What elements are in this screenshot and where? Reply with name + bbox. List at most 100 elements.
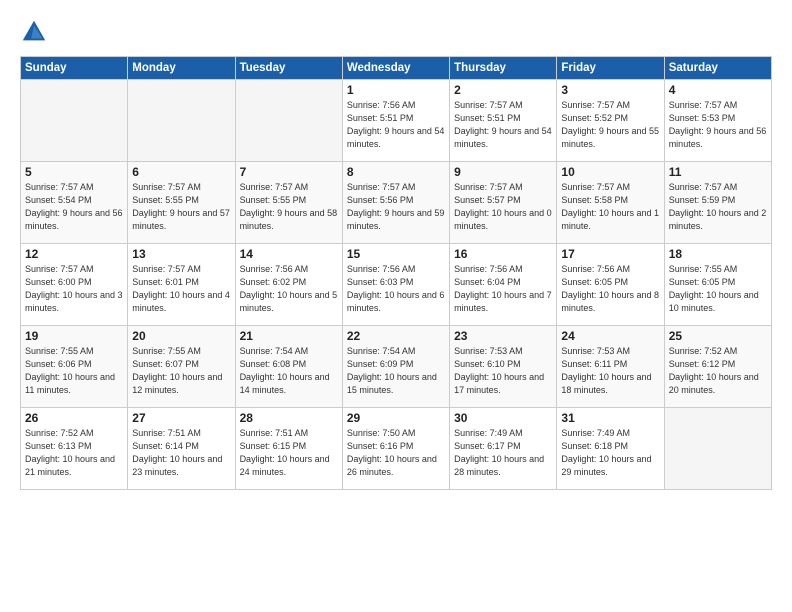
calendar-cell: 21 Sunrise: 7:54 AMSunset: 6:08 PMDayligh…: [235, 326, 342, 408]
day-number: 27: [132, 411, 230, 425]
day-number: 17: [561, 247, 659, 261]
day-info: Sunrise: 7:51 AMSunset: 6:15 PMDaylight:…: [240, 427, 338, 479]
week-row-4: 19Sunrise: 7:55 AMSunset: 6:06 PMDayligh…: [21, 326, 772, 408]
day-number: 6: [132, 165, 230, 179]
day-number: 9: [454, 165, 552, 179]
day-info: Sunrise: 7:56 AMSunset: 6:04 PMDaylight:…: [454, 263, 552, 315]
day-info: Sunrise: 7:57 AMSunset: 5:55 PMDaylight:…: [132, 181, 230, 233]
day-info: Sunrise: 7:55 AMSunset: 6:07 PMDaylight:…: [132, 345, 230, 397]
week-row-2: 5 Sunrise: 7:57 AMSunset: 5:54 PMDaylight…: [21, 162, 772, 244]
week-row-5: 26 Sunrise: 7:52 AMSunset: 6:13 PMDayligh…: [21, 408, 772, 490]
day-number: 15: [347, 247, 445, 261]
calendar-cell: 15 Sunrise: 7:56 AMSunset: 6:03 PMDayligh…: [342, 244, 449, 326]
calendar-cell: 24 Sunrise: 7:53 AMSunset: 6:11 PMDayligh…: [557, 326, 664, 408]
calendar-cell: 25 Sunrise: 7:52 AMSunset: 6:12 PMDayligh…: [664, 326, 771, 408]
day-info: Sunrise: 7:52 AMSunset: 6:13 PMDaylight:…: [25, 427, 123, 479]
day-number: 29: [347, 411, 445, 425]
day-info: Sunrise: 7:57 AMSunset: 5:51 PMDaylight:…: [454, 99, 552, 151]
calendar-cell: 17 Sunrise: 7:56 AMSunset: 6:05 PMDayligh…: [557, 244, 664, 326]
day-info: Sunrise: 7:51 AMSunset: 6:14 PMDaylight:…: [132, 427, 230, 479]
calendar-cell: 27 Sunrise: 7:51 AMSunset: 6:14 PMDayligh…: [128, 408, 235, 490]
calendar-cell: [128, 80, 235, 162]
day-info: Sunrise: 7:57 AMSunset: 5:59 PMDaylight:…: [669, 181, 767, 233]
logo: [20, 18, 52, 46]
day-info: Sunrise: 7:56 AMSunset: 6:03 PMDaylight:…: [347, 263, 445, 315]
day-info: Sunrise: 7:50 AMSunset: 6:16 PMDaylight:…: [347, 427, 445, 479]
day-info: Sunrise: 7:56 AMSunset: 5:51 PMDaylight:…: [347, 99, 445, 151]
calendar-cell: 1 Sunrise: 7:56 AMSunset: 5:51 PMDaylight…: [342, 80, 449, 162]
calendar-cell: 23 Sunrise: 7:53 AMSunset: 6:10 PMDayligh…: [450, 326, 557, 408]
day-info: Sunrise: 7:54 AMSunset: 6:08 PMDaylight:…: [240, 345, 338, 397]
page: SundayMondayTuesdayWednesdayThursdayFrid…: [0, 0, 792, 612]
day-info: Sunrise: 7:49 AMSunset: 6:18 PMDaylight:…: [561, 427, 659, 479]
calendar-cell: [21, 80, 128, 162]
calendar-cell: [664, 408, 771, 490]
day-number: 8: [347, 165, 445, 179]
calendar-cell: 7 Sunrise: 7:57 AMSunset: 5:55 PMDaylight…: [235, 162, 342, 244]
calendar-cell: 18 Sunrise: 7:55 AMSunset: 6:05 PMDayligh…: [664, 244, 771, 326]
weekday-header-wednesday: Wednesday: [342, 57, 449, 80]
weekday-header-sunday: Sunday: [21, 57, 128, 80]
day-info: Sunrise: 7:56 AMSunset: 6:02 PMDaylight:…: [240, 263, 338, 315]
day-number: 20: [132, 329, 230, 343]
day-number: 26: [25, 411, 123, 425]
calendar-cell: 14 Sunrise: 7:56 AMSunset: 6:02 PMDayligh…: [235, 244, 342, 326]
weekday-header-monday: Monday: [128, 57, 235, 80]
day-info: Sunrise: 7:57 AMSunset: 5:54 PMDaylight:…: [25, 181, 123, 233]
day-number: 7: [240, 165, 338, 179]
week-row-1: 1 Sunrise: 7:56 AMSunset: 5:51 PMDaylight…: [21, 80, 772, 162]
weekday-header-row: SundayMondayTuesdayWednesdayThursdayFrid…: [21, 57, 772, 80]
calendar-cell: 12 Sunrise: 7:57 AMSunset: 6:00 PMDayligh…: [21, 244, 128, 326]
calendar-cell: 31Sunrise: 7:49 AMSunset: 6:18 PMDayligh…: [557, 408, 664, 490]
header: [20, 18, 772, 46]
calendar-cell: 22 Sunrise: 7:54 AMSunset: 6:09 PMDayligh…: [342, 326, 449, 408]
day-info: Sunrise: 7:57 AMSunset: 5:57 PMDaylight:…: [454, 181, 552, 233]
calendar-cell: [235, 80, 342, 162]
calendar-cell: 2 Sunrise: 7:57 AMSunset: 5:51 PMDaylight…: [450, 80, 557, 162]
day-number: 22: [347, 329, 445, 343]
day-number: 14: [240, 247, 338, 261]
day-info: Sunrise: 7:57 AMSunset: 5:55 PMDaylight:…: [240, 181, 338, 233]
weekday-header-thursday: Thursday: [450, 57, 557, 80]
calendar-cell: 5 Sunrise: 7:57 AMSunset: 5:54 PMDaylight…: [21, 162, 128, 244]
day-number: 12: [25, 247, 123, 261]
day-number: 23: [454, 329, 552, 343]
day-number: 1: [347, 83, 445, 97]
day-info: Sunrise: 7:57 AMSunset: 5:52 PMDaylight:…: [561, 99, 659, 151]
day-info: Sunrise: 7:49 AMSunset: 6:17 PMDaylight:…: [454, 427, 552, 479]
calendar-cell: 30Sunrise: 7:49 AMSunset: 6:17 PMDayligh…: [450, 408, 557, 490]
day-number: 2: [454, 83, 552, 97]
calendar-cell: 4Sunrise: 7:57 AMSunset: 5:53 PMDaylight…: [664, 80, 771, 162]
day-number: 4: [669, 83, 767, 97]
day-info: Sunrise: 7:57 AMSunset: 6:01 PMDaylight:…: [132, 263, 230, 315]
day-number: 28: [240, 411, 338, 425]
day-info: Sunrise: 7:55 AMSunset: 6:05 PMDaylight:…: [669, 263, 767, 315]
day-number: 19: [25, 329, 123, 343]
logo-icon: [20, 18, 48, 46]
week-row-3: 12 Sunrise: 7:57 AMSunset: 6:00 PMDayligh…: [21, 244, 772, 326]
calendar-cell: 13 Sunrise: 7:57 AMSunset: 6:01 PMDayligh…: [128, 244, 235, 326]
day-info: Sunrise: 7:57 AMSunset: 6:00 PMDaylight:…: [25, 263, 123, 315]
day-info: Sunrise: 7:53 AMSunset: 6:11 PMDaylight:…: [561, 345, 659, 397]
day-info: Sunrise: 7:57 AMSunset: 5:58 PMDaylight:…: [561, 181, 659, 233]
day-number: 21: [240, 329, 338, 343]
weekday-header-tuesday: Tuesday: [235, 57, 342, 80]
day-number: 13: [132, 247, 230, 261]
day-info: Sunrise: 7:52 AMSunset: 6:12 PMDaylight:…: [669, 345, 767, 397]
weekday-header-friday: Friday: [557, 57, 664, 80]
day-number: 24: [561, 329, 659, 343]
day-number: 18: [669, 247, 767, 261]
calendar-cell: 28 Sunrise: 7:51 AMSunset: 6:15 PMDayligh…: [235, 408, 342, 490]
day-info: Sunrise: 7:56 AMSunset: 6:05 PMDaylight:…: [561, 263, 659, 315]
day-info: Sunrise: 7:53 AMSunset: 6:10 PMDaylight:…: [454, 345, 552, 397]
day-number: 16: [454, 247, 552, 261]
calendar-cell: 9 Sunrise: 7:57 AMSunset: 5:57 PMDaylight…: [450, 162, 557, 244]
day-number: 10: [561, 165, 659, 179]
calendar-cell: 26 Sunrise: 7:52 AMSunset: 6:13 PMDayligh…: [21, 408, 128, 490]
day-info: Sunrise: 7:57 AMSunset: 5:56 PMDaylight:…: [347, 181, 445, 233]
calendar-cell: 3Sunrise: 7:57 AMSunset: 5:52 PMDaylight…: [557, 80, 664, 162]
day-number: 5: [25, 165, 123, 179]
day-number: 25: [669, 329, 767, 343]
calendar-cell: 8 Sunrise: 7:57 AMSunset: 5:56 PMDaylight…: [342, 162, 449, 244]
day-info: Sunrise: 7:54 AMSunset: 6:09 PMDaylight:…: [347, 345, 445, 397]
